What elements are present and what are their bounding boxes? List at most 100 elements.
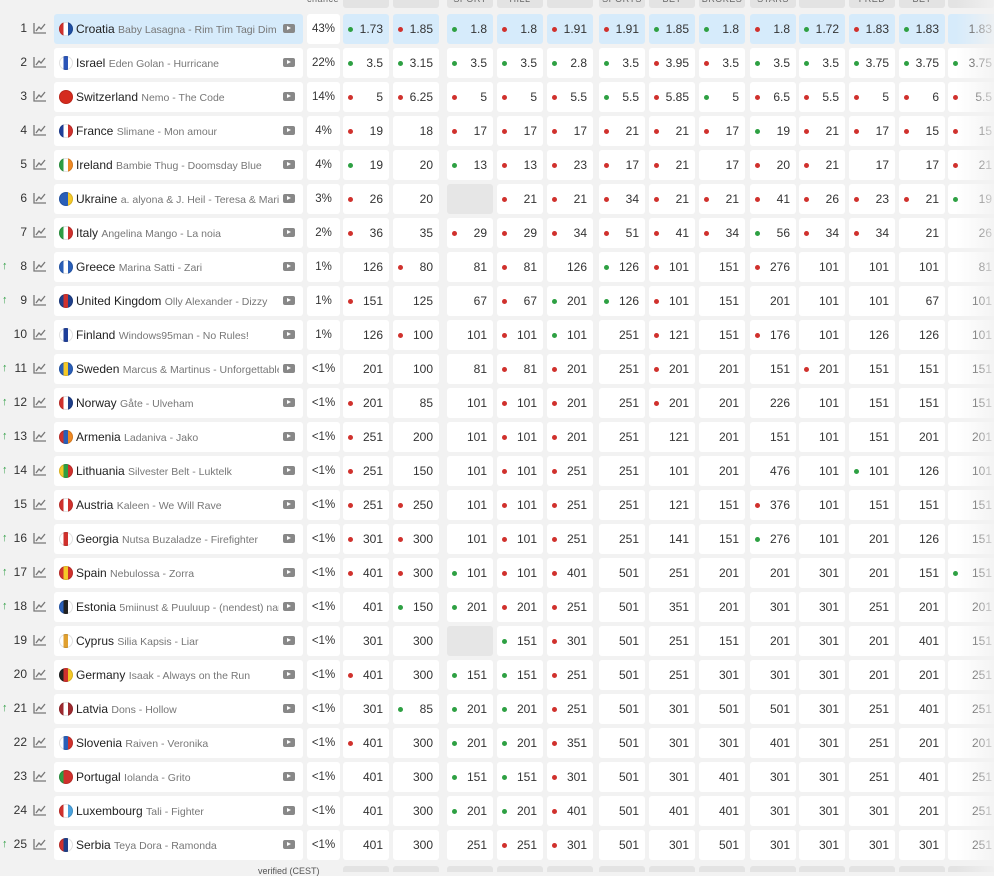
- odds-cell[interactable]: 21: [599, 116, 645, 146]
- odds-cell[interactable]: 1.83: [899, 14, 945, 44]
- odds-cell[interactable]: 401: [699, 762, 745, 792]
- odds-cell[interactable]: 201: [699, 388, 745, 418]
- odds-cell[interactable]: 19: [750, 116, 796, 146]
- odds-cell[interactable]: 17: [699, 116, 745, 146]
- odds-cell[interactable]: 351: [547, 728, 593, 758]
- odds-cell[interactable]: 5: [447, 82, 493, 112]
- odds-cell[interactable]: 3.95: [649, 48, 695, 78]
- odds-cell[interactable]: 201: [497, 796, 543, 826]
- country-cell[interactable]: Lithuania Silvester Belt - Luktelk: [54, 456, 303, 486]
- odds-cell[interactable]: 300: [393, 558, 439, 588]
- odds-cell[interactable]: 401: [343, 558, 389, 588]
- odds-cell[interactable]: 251: [599, 456, 645, 486]
- odds-cell[interactable]: 201: [547, 388, 593, 418]
- odds-cell[interactable]: 401: [343, 592, 389, 622]
- country-cell[interactable]: Georgia Nutsa Buzaladze - Firefighter: [54, 524, 303, 554]
- odds-cell[interactable]: 301: [343, 694, 389, 724]
- odds-cell[interactable]: 29: [497, 218, 543, 248]
- odds-cell[interactable]: 34: [699, 218, 745, 248]
- odds-cell[interactable]: 126: [849, 320, 895, 350]
- odds-cell[interactable]: 201: [447, 728, 493, 758]
- odds-cell[interactable]: 201: [948, 422, 994, 452]
- odds-cell[interactable]: 301: [750, 762, 796, 792]
- chart-trend-icon[interactable]: [33, 294, 47, 306]
- odds-cell[interactable]: 501: [699, 830, 745, 860]
- odds-cell[interactable]: 3.5: [447, 48, 493, 78]
- odds-cell[interactable]: 201: [849, 558, 895, 588]
- country-cell[interactable]: Switzerland Nemo - The Code: [54, 82, 303, 112]
- odds-cell[interactable]: 5.5: [547, 82, 593, 112]
- odds-cell[interactable]: 401: [699, 796, 745, 826]
- odds-cell[interactable]: 21: [699, 184, 745, 214]
- odds-cell[interactable]: 251: [948, 660, 994, 690]
- odds-cell[interactable]: 201: [849, 524, 895, 554]
- country-cell[interactable]: Estonia 5miinust & Puuluup - (nendest) n…: [54, 592, 303, 622]
- odds-cell[interactable]: 501: [599, 558, 645, 588]
- odds-cell[interactable]: 501: [599, 626, 645, 656]
- odds-cell[interactable]: 401: [343, 728, 389, 758]
- odds-cell[interactable]: 126: [899, 456, 945, 486]
- odds-cell[interactable]: 401: [899, 626, 945, 656]
- odds-cell[interactable]: 81: [497, 252, 543, 282]
- odds-cell[interactable]: 3.5: [799, 48, 845, 78]
- odds-cell[interactable]: 201: [699, 422, 745, 452]
- odds-cell[interactable]: 21: [649, 184, 695, 214]
- odds-cell[interactable]: 251: [849, 762, 895, 792]
- chart-trend-icon[interactable]: [33, 600, 47, 612]
- odds-cell[interactable]: 251: [948, 762, 994, 792]
- video-play-icon[interactable]: [283, 364, 295, 373]
- odds-cell[interactable]: 5: [699, 82, 745, 112]
- odds-cell[interactable]: 251: [547, 524, 593, 554]
- odds-cell[interactable]: 21: [649, 150, 695, 180]
- video-play-icon[interactable]: [283, 806, 295, 815]
- video-play-icon[interactable]: [283, 126, 295, 135]
- odds-cell[interactable]: 56: [750, 218, 796, 248]
- odds-cell[interactable]: 250: [393, 490, 439, 520]
- odds-cell[interactable]: 151: [343, 286, 389, 316]
- odds-cell[interactable]: 201: [750, 558, 796, 588]
- odds-cell[interactable]: 151: [699, 252, 745, 282]
- odds-cell[interactable]: 41: [649, 218, 695, 248]
- odds-cell[interactable]: 13: [447, 150, 493, 180]
- odds-cell[interactable]: 21: [547, 184, 593, 214]
- odds-cell[interactable]: 151: [699, 626, 745, 656]
- odds-cell[interactable]: 101: [497, 558, 543, 588]
- odds-cell[interactable]: 201: [899, 422, 945, 452]
- odds-cell[interactable]: 126: [599, 252, 645, 282]
- odds-cell[interactable]: 151: [849, 490, 895, 520]
- odds-cell[interactable]: 21: [799, 150, 845, 180]
- country-cell[interactable]: Italy Angelina Mango - La noia: [54, 218, 303, 248]
- chart-trend-icon[interactable]: [33, 736, 47, 748]
- odds-cell[interactable]: 151: [899, 388, 945, 418]
- odds-cell[interactable]: 20: [393, 150, 439, 180]
- odds-cell[interactable]: 401: [899, 762, 945, 792]
- odds-cell[interactable]: 3.5: [599, 48, 645, 78]
- odds-cell[interactable]: 301: [649, 830, 695, 860]
- video-play-icon[interactable]: [283, 636, 295, 645]
- odds-cell[interactable]: 101: [799, 524, 845, 554]
- odds-cell[interactable]: 3.15: [393, 48, 439, 78]
- odds-cell[interactable]: 101: [497, 490, 543, 520]
- odds-cell[interactable]: 15: [948, 116, 994, 146]
- video-play-icon[interactable]: [283, 738, 295, 747]
- odds-cell[interactable]: 101: [497, 456, 543, 486]
- odds-cell[interactable]: 301: [799, 762, 845, 792]
- odds-cell[interactable]: 226: [750, 388, 796, 418]
- odds-cell[interactable]: 301: [699, 728, 745, 758]
- odds-cell[interactable]: 251: [649, 558, 695, 588]
- odds-cell[interactable]: 1.72: [799, 14, 845, 44]
- odds-cell[interactable]: 301: [799, 830, 845, 860]
- odds-cell[interactable]: 401: [899, 694, 945, 724]
- odds-cell[interactable]: 101: [447, 422, 493, 452]
- odds-cell[interactable]: 201: [799, 354, 845, 384]
- odds-cell[interactable]: 251: [849, 694, 895, 724]
- odds-cell[interactable]: 501: [599, 660, 645, 690]
- odds-cell[interactable]: 201: [497, 592, 543, 622]
- odds-cell[interactable]: 1.8: [447, 14, 493, 44]
- odds-cell[interactable]: 36: [343, 218, 389, 248]
- odds-cell[interactable]: 101: [649, 252, 695, 282]
- country-cell[interactable]: Germany Isaak - Always on the Run: [54, 660, 303, 690]
- odds-cell[interactable]: 1.85: [649, 14, 695, 44]
- chart-trend-icon[interactable]: [33, 260, 47, 272]
- country-cell[interactable]: Croatia Baby Lasagna - Rim Tim Tagi Dim: [54, 14, 303, 44]
